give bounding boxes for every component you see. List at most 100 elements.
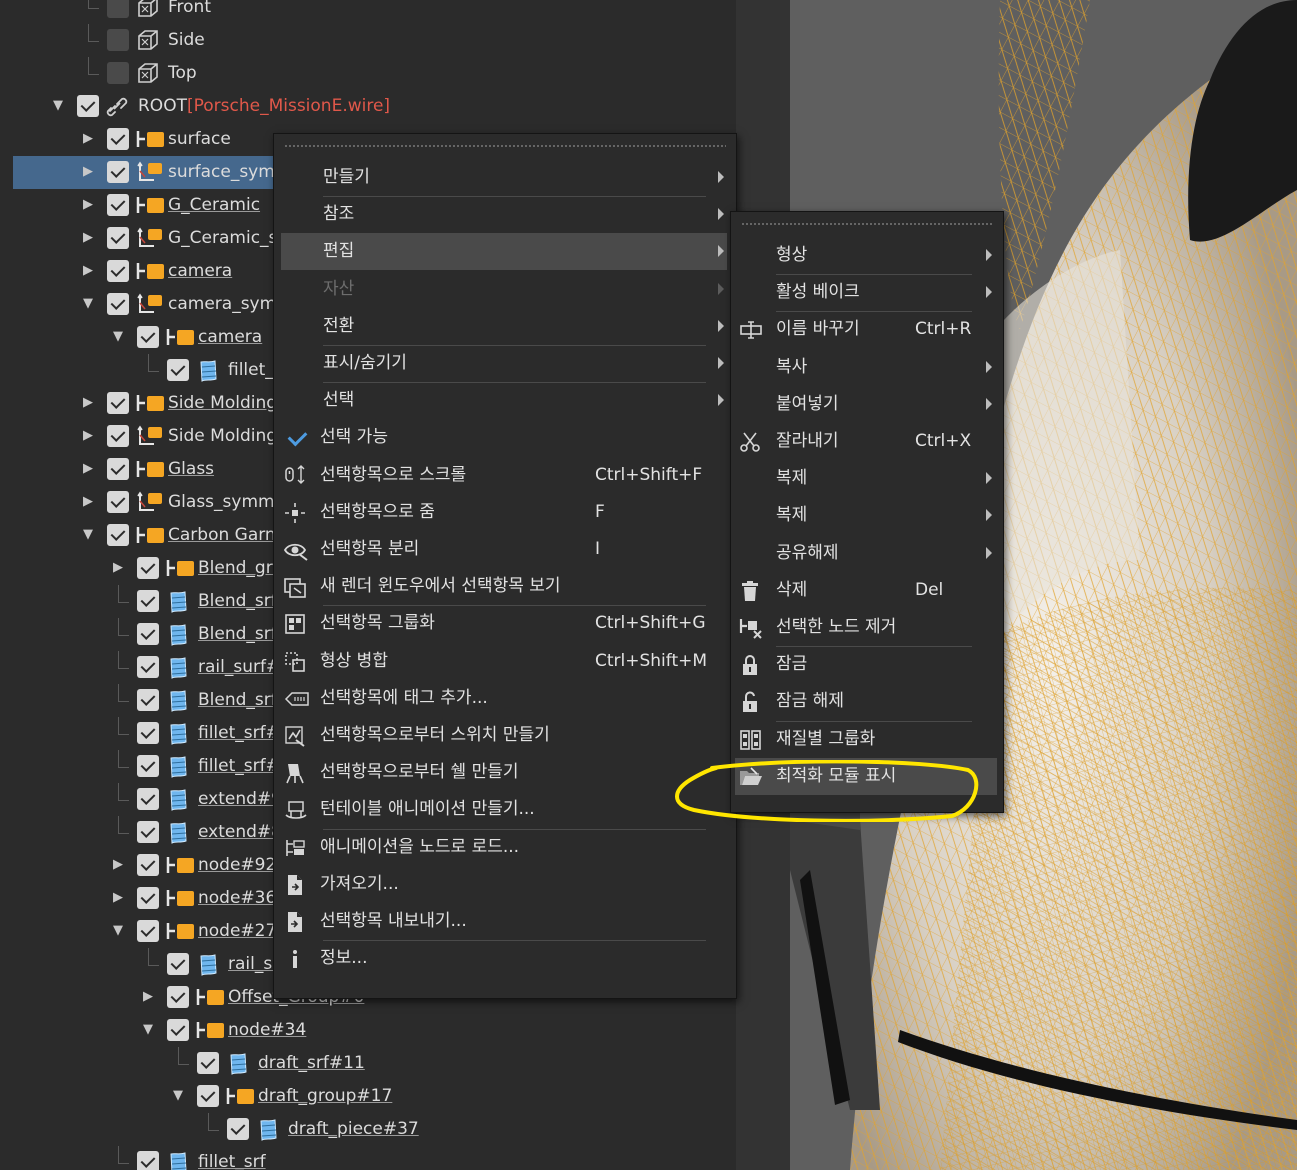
menu-item[interactable]: 표시/숨기기 <box>281 345 727 382</box>
expand-arrow-icon[interactable]: ▶ <box>111 857 125 873</box>
menu-item[interactable]: 공유해제 <box>735 535 997 572</box>
menu-item[interactable]: 선택한 노드 제거 <box>735 609 997 646</box>
visibility-checkbox[interactable] <box>137 623 159 645</box>
visibility-checkbox[interactable] <box>167 986 189 1008</box>
expand-arrow-icon[interactable]: ▶ <box>81 494 95 510</box>
visibility-checkbox[interactable] <box>107 128 129 150</box>
expand-arrow-icon[interactable]: ▶ <box>81 428 95 444</box>
visibility-checkbox[interactable] <box>107 491 129 513</box>
tree-row[interactable]: draft_srf#11 <box>0 1047 736 1080</box>
menu-item[interactable]: 재질별 그룹화 <box>735 721 997 758</box>
collapse-arrow-icon[interactable]: ▼ <box>81 296 95 312</box>
menu-item[interactable]: 복사 <box>735 349 997 386</box>
menu-item[interactable]: 선택항목 내보내기... <box>281 903 727 940</box>
menu-item[interactable]: 새 렌더 윈도우에서 선택항목 보기 <box>281 568 727 605</box>
menu-item[interactable]: 붙여넣기 <box>735 386 997 423</box>
menu-item[interactable]: 선택항목에 태그 추가... <box>281 680 727 717</box>
tree-row[interactable]: fillet_srf <box>0 1146 736 1170</box>
visibility-checkbox[interactable] <box>107 227 129 249</box>
expand-arrow-icon[interactable]: ▶ <box>81 197 95 213</box>
visibility-checkbox[interactable] <box>227 1118 249 1140</box>
visibility-checkbox[interactable] <box>197 1052 219 1074</box>
visibility-checkbox[interactable] <box>137 722 159 744</box>
menu-item[interactable]: 가져오기... <box>281 866 727 903</box>
tree-row[interactable]: Top <box>0 57 736 90</box>
menu-item[interactable]: 선택항목으로부터 쉘 만들기 <box>281 754 727 791</box>
menu-item[interactable]: 애니메이션을 노드로 로드... <box>281 829 727 866</box>
menu-item[interactable]: 편집 <box>281 233 727 271</box>
menu-item[interactable]: 선택항목으로 스크롤 Ctrl+Shift+F <box>281 457 727 494</box>
tree-row[interactable]: ▼ node#34 <box>0 1014 736 1047</box>
menu-item[interactable]: 전환 <box>281 308 727 345</box>
expand-arrow-icon[interactable]: ▶ <box>81 263 95 279</box>
expand-arrow-icon[interactable]: ▶ <box>81 461 95 477</box>
visibility-checkbox[interactable] <box>107 458 129 480</box>
expand-arrow-icon[interactable]: ▶ <box>81 395 95 411</box>
collapse-arrow-icon[interactable]: ▼ <box>111 329 125 345</box>
visibility-checkbox[interactable] <box>137 755 159 777</box>
expand-arrow-icon[interactable]: ▶ <box>141 989 155 1005</box>
menu-item[interactable]: 선택 가능 <box>281 419 727 456</box>
collapse-arrow-icon[interactable]: ▼ <box>51 98 65 114</box>
menu-item[interactable]: 활성 베이크 <box>735 274 997 311</box>
visibility-checkbox[interactable] <box>167 1019 189 1041</box>
visibility-checkbox[interactable] <box>137 788 159 810</box>
visibility-checkbox[interactable] <box>167 953 189 975</box>
visibility-checkbox[interactable] <box>77 95 99 117</box>
visibility-checkbox[interactable] <box>137 920 159 942</box>
menu-item[interactable]: 턴테이블 애니메이션 만들기... <box>281 791 727 828</box>
visibility-checkbox[interactable] <box>107 0 129 18</box>
visibility-checkbox[interactable] <box>107 524 129 546</box>
expand-arrow-icon[interactable]: ▶ <box>111 890 125 906</box>
visibility-checkbox[interactable] <box>107 29 129 51</box>
visibility-checkbox[interactable] <box>107 425 129 447</box>
visibility-checkbox[interactable] <box>197 1085 219 1107</box>
tree-row[interactable]: Front <box>0 0 736 24</box>
tree-row[interactable]: Side <box>0 24 736 57</box>
menu-item[interactable]: 복제 <box>735 460 997 497</box>
collapse-arrow-icon[interactable]: ▼ <box>111 923 125 939</box>
menu-item[interactable]: 형상 <box>735 237 997 274</box>
menu-item[interactable]: 잠금 해제 <box>735 683 997 720</box>
visibility-checkbox[interactable] <box>107 161 129 183</box>
menu-item[interactable]: 형상 병합 Ctrl+Shift+M <box>281 643 727 680</box>
visibility-checkbox[interactable] <box>137 590 159 612</box>
menu-item[interactable]: 선택항목으로 줌 F <box>281 494 727 531</box>
visibility-checkbox[interactable] <box>137 821 159 843</box>
menu-item[interactable]: 잘라내기 Ctrl+X <box>735 423 997 460</box>
expand-arrow-icon[interactable]: ▶ <box>111 560 125 576</box>
visibility-checkbox[interactable] <box>137 326 159 348</box>
visibility-checkbox[interactable] <box>107 293 129 315</box>
collapse-arrow-icon[interactable]: ▼ <box>81 527 95 543</box>
menu-item[interactable]: 정보... <box>281 940 727 977</box>
tree-row[interactable]: ▼ draft_group#17 <box>0 1080 736 1113</box>
menu-item[interactable]: 잠금 <box>735 646 997 683</box>
visibility-checkbox[interactable] <box>107 392 129 414</box>
tree-row[interactable]: ▼ ROOT[Porsche_MissionE.wire] <box>0 90 736 123</box>
menu-item[interactable]: 선택항목으로부터 스위치 만들기 <box>281 717 727 754</box>
visibility-checkbox[interactable] <box>107 260 129 282</box>
visibility-checkbox[interactable] <box>107 194 129 216</box>
expand-arrow-icon[interactable]: ▶ <box>81 131 95 147</box>
expand-arrow-icon[interactable]: ▶ <box>81 164 95 180</box>
visibility-checkbox[interactable] <box>137 656 159 678</box>
visibility-checkbox[interactable] <box>137 887 159 909</box>
collapse-arrow-icon[interactable]: ▼ <box>141 1022 155 1038</box>
visibility-checkbox[interactable] <box>137 557 159 579</box>
collapse-arrow-icon[interactable]: ▼ <box>171 1088 185 1104</box>
expand-arrow-icon[interactable]: ▶ <box>81 230 95 246</box>
menu-item[interactable]: 삭제 Del <box>735 572 997 609</box>
menu-item[interactable]: 참조 <box>281 196 727 233</box>
menu-item[interactable]: 선택항목 분리 I <box>281 531 727 568</box>
visibility-checkbox[interactable] <box>137 854 159 876</box>
visibility-checkbox[interactable] <box>167 359 189 381</box>
visibility-checkbox[interactable] <box>107 62 129 84</box>
menu-item[interactable]: 이름 바꾸기 Ctrl+R <box>735 311 997 348</box>
menu-item[interactable]: 선택 <box>281 382 727 419</box>
menu-item[interactable]: 선택항목 그룹화 Ctrl+Shift+G <box>281 605 727 642</box>
visibility-checkbox[interactable] <box>137 689 159 711</box>
menu-item[interactable]: 복제 <box>735 497 997 534</box>
menu-item[interactable]: 만들기 <box>281 159 727 196</box>
visibility-checkbox[interactable] <box>137 1151 159 1170</box>
tree-row[interactable]: draft_piece#37 <box>0 1113 736 1146</box>
